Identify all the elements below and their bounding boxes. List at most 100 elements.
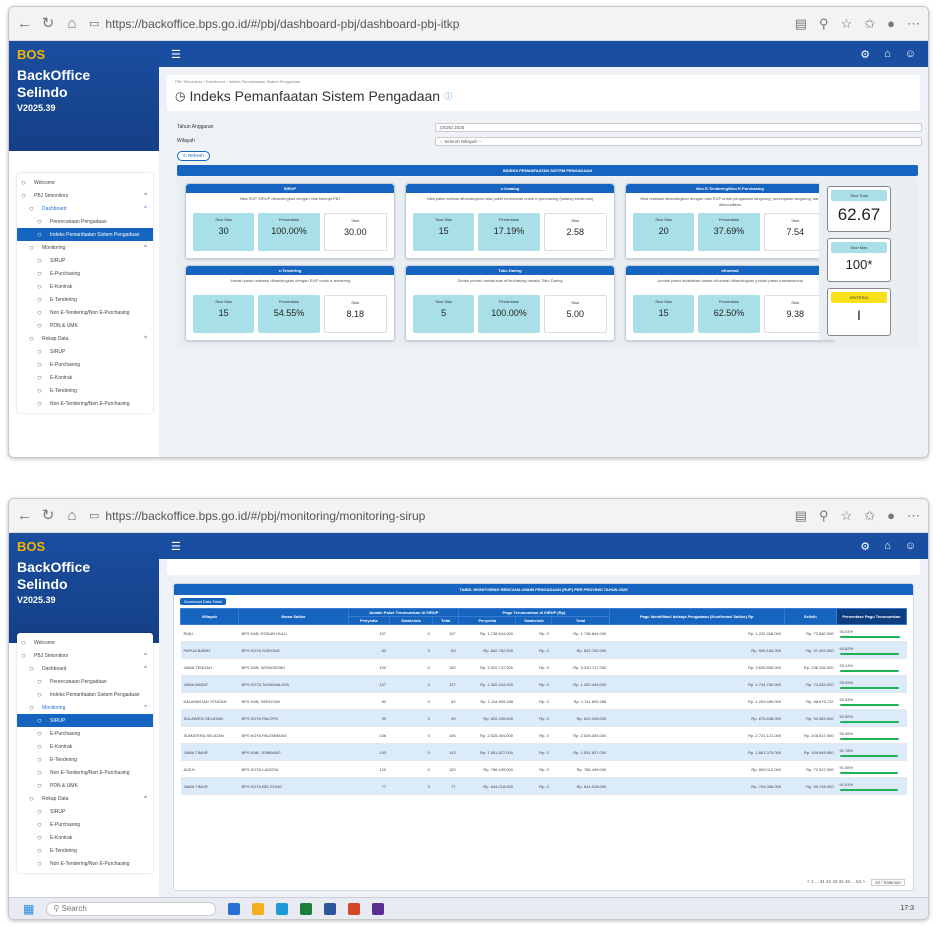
collections-icon[interactable]: ✩ (864, 508, 875, 524)
hamburger-icon[interactable]: ☰ (171, 48, 181, 61)
sidebar-item[interactable]: ○ Monitoring ^ (17, 701, 153, 714)
sidebar-item[interactable]: ○ E-Kontrak (17, 740, 153, 753)
sidebar-item[interactable]: ○ Rekap Data ^ (17, 332, 153, 345)
table-row[interactable]: KALIMANTAN TENGAH BPS KAB. SERUYAN 82 0 82 Rp… (180, 692, 907, 710)
col-satker[interactable]: Nama Satker (238, 608, 349, 625)
sidebar-item[interactable]: ○ PBJ Simonitors ^ (17, 649, 153, 662)
address-bar[interactable]: ▭ https://backoffice.bps.go.id/#/pbj/das… (89, 17, 785, 31)
caret-icon[interactable]: ^ (144, 336, 147, 342)
sidebar-item[interactable]: ○ E-Tendering (17, 293, 153, 306)
sidebar-item[interactable]: ○ PDN & UMK (17, 319, 153, 332)
refresh-icon[interactable]: ↻ (41, 508, 55, 523)
app2-icon[interactable] (348, 902, 361, 915)
sidebar-item[interactable]: ○ E-Kontrak (17, 831, 153, 844)
download-button[interactable]: Download Data Tabel (180, 598, 226, 605)
sidebar-item[interactable]: ○ E-Kontrak (17, 280, 153, 293)
table-row[interactable]: JAWA TIMUR BPS KOTA BELITUNG 77 0 77 Rp. 644.… (180, 777, 907, 795)
caret-icon[interactable]: ^ (144, 796, 147, 802)
settings-icon[interactable]: ⚙ (860, 540, 870, 553)
sidebar-item[interactable]: ○ Non E-Tendering/Non E-Purchasing (17, 766, 153, 779)
page-size-select[interactable]: 10 / halaman (870, 879, 905, 886)
refresh-icon[interactable]: ↻ (41, 16, 55, 31)
zoom-icon[interactable]: ⚲ (819, 16, 829, 32)
sidebar-item[interactable]: ○ Non E-Tendering/Non E-Purchasing (17, 397, 153, 410)
caret-icon[interactable]: ^ (144, 653, 147, 659)
caret-icon[interactable]: ^ (144, 193, 147, 199)
caret-icon[interactable]: ^ (144, 666, 147, 672)
col-pagu-total[interactable]: Total (551, 616, 610, 625)
profile-icon[interactable]: ● (887, 508, 895, 524)
collections-icon[interactable]: ✩ (864, 16, 875, 32)
caret-icon[interactable]: ^ (144, 245, 147, 251)
sidebar-item[interactable]: ○ Dashboard ^ (17, 202, 153, 215)
sidebar-item[interactable]: ○ SIRUP (17, 805, 153, 818)
user-icon[interactable]: ☺ (905, 540, 916, 553)
caret-icon[interactable]: ^ (144, 705, 147, 711)
sidebar-item[interactable]: ○ E-Purchasing (17, 727, 153, 740)
address-bar[interactable]: ▭ https://backoffice.bps.go.id/#/pbj/mon… (89, 509, 785, 523)
reader-icon[interactable]: ▤ (795, 16, 807, 32)
sidebar-item[interactable]: ○ E-Tendering (17, 753, 153, 766)
sidebar-item[interactable]: ○ E-Tendering (17, 844, 153, 857)
table-row[interactable]: ACEH BPS KOTA LANGSA 120 0 120 Rp. 786.449.00… (180, 760, 907, 778)
sidebar-item[interactable]: ○ Monitoring ^ (17, 241, 153, 254)
excel-icon[interactable] (300, 902, 313, 915)
sidebar-item[interactable]: ○ Welcome (17, 176, 153, 189)
sidebar-item[interactable]: ○ Non E-Tendering/Non E-Purchasing (17, 306, 153, 319)
refresh-button[interactable]: ↻ Refresh (177, 151, 210, 161)
col-selisih[interactable]: Selisih (783, 608, 837, 625)
home-icon[interactable]: ⌂ (884, 48, 891, 61)
home-icon[interactable]: ⌂ (884, 540, 891, 553)
col-wilayah[interactable]: Wilayah (180, 608, 239, 625)
table-row[interactable]: JAWA TENGAH BPS KAB. WONOSOBO 100 0 100 Rp. 3… (180, 658, 907, 676)
taskbar-search[interactable]: ⚲ Search (46, 901, 217, 916)
reader-icon[interactable]: ▤ (795, 508, 807, 524)
teams-icon[interactable] (372, 902, 385, 915)
col-swakelola[interactable]: Swakelola (388, 616, 434, 625)
tahun-select[interactable]: (2025) 2025 (435, 122, 922, 132)
sidebar-item[interactable]: ○ Dashboard ^ (17, 662, 153, 675)
sidebar-item[interactable]: ○ SIRUP (17, 714, 153, 727)
table-row[interactable]: RIAU BPS KAB. ROKAN HULU 107 0 107 Rp. 1.738.… (180, 624, 907, 642)
pagination[interactable]: < 1 ... 41 42 43 44 45 ... 54 > (807, 879, 865, 886)
windows-start-icon[interactable]: ▦ (23, 902, 34, 916)
more-icon[interactable]: ⋯ (907, 508, 920, 524)
table-row[interactable]: SUMATERA SELATAN BPS KOTA PALEMBANG 106 0 10… (180, 726, 907, 744)
back-icon[interactable]: ← (17, 508, 32, 523)
sidebar-item[interactable]: ○ Welcome (17, 636, 153, 649)
sidebar-item[interactable]: ○ Perencanaan Pengadaan (17, 675, 153, 688)
wilayah-select[interactable]: -- Seluruh Wilayah -- (435, 136, 922, 146)
sidebar-item[interactable]: ○ Indeks Pemanfaatan Sistem Pengadaan (17, 228, 153, 241)
sidebar-item[interactable]: ○ Non E-Tendering/Non E-Purchasing (17, 857, 153, 870)
col-pagu-swakelola[interactable]: Swakelola (515, 616, 553, 625)
sidebar-item[interactable]: ○ E-Purchasing (17, 267, 153, 280)
app-icon[interactable] (228, 902, 241, 915)
more-icon[interactable]: ⋯ (907, 16, 920, 32)
table-row[interactable]: JAWA TIMUR BPS KAB. JOMBANG 143 0 143 Rp. 1.5… (180, 743, 907, 761)
favorite-icon[interactable]: ☆ (841, 508, 853, 524)
settings-icon[interactable]: ⚙ (860, 48, 870, 61)
table-row[interactable]: JAWA BARAT BPS KOTA TASIKMALAYA 127 0 127 Rp.… (180, 675, 907, 693)
user-icon[interactable]: ☺ (905, 48, 916, 61)
col-penyedia[interactable]: Penyedia (348, 616, 390, 625)
sidebar-item[interactable]: ○ E-Tendering (17, 384, 153, 397)
table-row[interactable]: PAPUA BARAT BPS KOTA SORONG 83 0 83 Rp. 842.7… (180, 641, 907, 659)
col-total[interactable]: Total (432, 616, 460, 625)
sidebar-item[interactable]: ○ E-Kontrak (17, 371, 153, 384)
home-icon[interactable]: ⌂ (65, 16, 79, 31)
sidebar-item[interactable]: ○ SIRUP (17, 254, 153, 267)
sidebar-item[interactable]: ○ E-Purchasing (17, 818, 153, 831)
edge-icon[interactable] (276, 902, 289, 915)
sidebar-item[interactable]: ○ Rekap Data ^ (17, 792, 153, 805)
col-pagu-identifikasi[interactable]: Pagu Identifikasi belanja Pengadaan (Kon… (608, 608, 785, 625)
caret-icon[interactable]: ^ (144, 206, 147, 212)
info-icon[interactable]: ⓘ (444, 91, 452, 102)
table-row[interactable]: SULAWESI SELATAN BPS KOTA PALOPO 99 0 99 Rp. … (180, 709, 907, 727)
profile-icon[interactable]: ● (887, 16, 895, 32)
zoom-icon[interactable]: ⚲ (819, 508, 829, 524)
sidebar-item[interactable]: ○ Indeks Pemanfaatan Sistem Pengadaan (17, 688, 153, 701)
home-icon[interactable]: ⌂ (65, 508, 79, 523)
folder-icon[interactable] (252, 902, 265, 915)
favorite-icon[interactable]: ☆ (841, 16, 853, 32)
col-pagu-penyedia[interactable]: Penyedia (458, 616, 517, 625)
